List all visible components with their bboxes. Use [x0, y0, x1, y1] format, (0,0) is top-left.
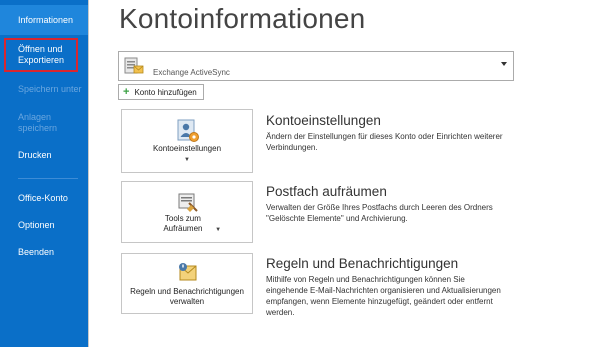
- sidebar-divider: [18, 178, 78, 179]
- sidebar-item-label: Anlagen speichern: [18, 112, 58, 133]
- add-account-button[interactable]: + Konto hinzufügen: [118, 84, 204, 100]
- section-desc-mailbox-cleanup: Verwalten der Größe Ihres Postfachs durc…: [266, 203, 493, 223]
- add-account-label: Konto hinzufügen: [134, 87, 197, 97]
- backstage-sidebar: Informationen Öffnen und Exportieren Spe…: [0, 0, 88, 347]
- section-title-mailbox-cleanup: Postfach aufräumen: [266, 184, 387, 199]
- cleanup-tools-label: Tools zum Aufräumen ▼: [122, 214, 252, 235]
- dropdown-caret-icon: ▼: [215, 227, 222, 233]
- manage-rules-label: Regeln und Benachrichtigungen verwalten: [130, 287, 244, 306]
- account-settings-button[interactable]: Kontoeinstellungen ▼: [121, 109, 253, 173]
- cleanup-tools-text: Tools zum Aufräumen: [163, 214, 203, 233]
- chevron-down-icon[interactable]: [501, 62, 507, 66]
- account-dropdown[interactable]: Exchange ActiveSync: [118, 51, 514, 81]
- sidebar-item-label: Speichern unter: [18, 84, 82, 94]
- sidebar-item-beenden[interactable]: Beenden: [0, 247, 88, 258]
- mailbox-cleanup-icon: [178, 193, 198, 212]
- section-title-account-settings: Kontoeinstellungen: [266, 113, 381, 128]
- page-title: Kontoinformationen: [119, 3, 366, 34]
- sidebar-item-speichern-unter: Speichern unter: [0, 84, 88, 95]
- section-desc-account-settings: Ändern der Einstellungen für dieses Kont…: [266, 132, 503, 152]
- section-title-rules-alerts: Regeln und Benachrichtigungen: [266, 256, 459, 271]
- account-settings-text: Kontoeinstellungen: [152, 144, 222, 153]
- sidebar-item-anlagen-speichern: Anlagen speichern: [0, 112, 88, 134]
- sidebar-item-oeffnen-exportieren[interactable]: Öffnen und Exportieren: [4, 38, 78, 72]
- exchange-account-icon: [124, 57, 144, 74]
- sidebar-item-office-konto[interactable]: Office-Konto: [0, 193, 88, 204]
- account-settings-icon: [177, 119, 199, 142]
- dropdown-caret-icon: ▼: [184, 157, 190, 163]
- sidebar-item-label: Beenden: [18, 247, 55, 257]
- plus-icon: +: [123, 86, 130, 98]
- sidebar-item-drucken[interactable]: Drucken: [0, 150, 88, 161]
- sidebar-item-optionen[interactable]: Optionen: [0, 220, 88, 231]
- main-content: Kontoinformationen Exchange ActiveSync +…: [88, 0, 594, 347]
- manage-rules-button[interactable]: Regeln und Benachrichtigungen verwalten: [121, 253, 253, 314]
- sidebar-item-informationen[interactable]: Informationen: [0, 5, 88, 35]
- sidebar-item-label: Informationen: [18, 15, 74, 25]
- sidebar-item-label: Optionen: [18, 220, 55, 230]
- account-selected-value: Exchange ActiveSync: [153, 68, 230, 77]
- sidebar-item-label: Drucken: [18, 150, 52, 160]
- section-desc-rules-alerts: Mithilfe von Regeln und Benachrichtigung…: [266, 275, 501, 317]
- rules-alerts-icon: [179, 263, 197, 281]
- account-settings-label: Kontoeinstellungen ▼: [122, 144, 252, 165]
- sidebar-item-label: Öffnen und Exportieren: [18, 44, 65, 65]
- sidebar-item-label: Office-Konto: [18, 193, 68, 203]
- cleanup-tools-button[interactable]: Tools zum Aufräumen ▼: [121, 181, 253, 243]
